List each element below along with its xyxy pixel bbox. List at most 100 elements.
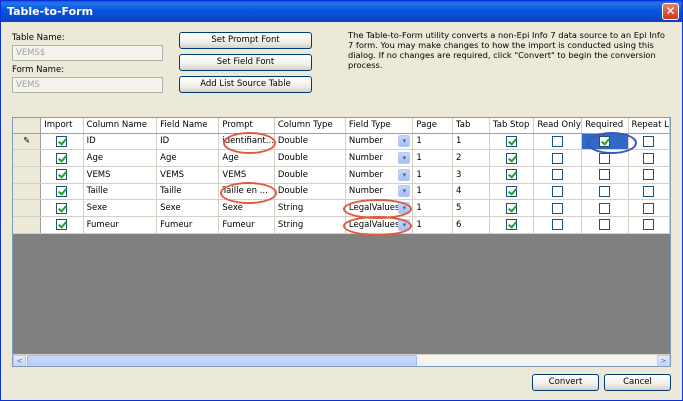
cell-repeat-last[interactable] xyxy=(628,149,670,167)
col-header-import[interactable]: Import xyxy=(40,118,84,134)
cell-field-type[interactable]: Number ▾ xyxy=(345,166,414,184)
table-row[interactable]: Age Age Age Double Number ▾ 1 2 xyxy=(13,149,670,167)
checkbox[interactable] xyxy=(506,135,518,147)
checkbox[interactable] xyxy=(599,135,611,147)
cell-field-type[interactable]: LegalValues ▾ xyxy=(345,199,414,217)
field-type-combo[interactable]: Number ▾ xyxy=(349,134,412,148)
cell-tab[interactable]: 3 xyxy=(452,166,490,184)
cell-tab-stop[interactable] xyxy=(489,183,535,201)
cell-page[interactable]: 1 xyxy=(412,133,453,151)
cell-read-only[interactable] xyxy=(533,166,583,184)
checkbox[interactable] xyxy=(643,169,655,181)
col-header-column-name[interactable]: Column Name xyxy=(83,118,158,134)
horizontal-scrollbar[interactable]: < > xyxy=(13,354,670,366)
checkbox[interactable] xyxy=(599,219,611,231)
checkbox[interactable] xyxy=(506,185,518,197)
cell-required[interactable] xyxy=(581,133,629,151)
cell-prompt[interactable]: Sexe xyxy=(218,199,275,217)
checkbox[interactable] xyxy=(56,185,68,197)
cell-prompt[interactable]: identifiant... xyxy=(218,133,275,151)
cell-column-type[interactable]: String xyxy=(274,216,346,234)
cell-column-name[interactable]: Sexe xyxy=(83,199,158,217)
checkbox[interactable] xyxy=(56,135,68,147)
cell-tab[interactable]: 2 xyxy=(452,149,490,167)
table-row[interactable]: Sexe Sexe Sexe String LegalValues ▾ 1 5 xyxy=(13,199,670,217)
cell-column-type[interactable]: Double xyxy=(274,133,346,151)
table-row[interactable]: ✎ ID ID identifiant... Double Number ▾ 1 1 xyxy=(13,133,670,151)
cell-field-type[interactable]: LegalValues ▾ xyxy=(345,216,414,234)
cell-read-only[interactable] xyxy=(533,183,583,201)
cell-field-name[interactable]: VEMS xyxy=(156,166,220,184)
cell-repeat-last[interactable] xyxy=(628,183,670,201)
cell-import[interactable] xyxy=(40,199,84,217)
cell-field-type[interactable]: Number ▾ xyxy=(345,149,414,167)
scroll-right-icon[interactable]: > xyxy=(657,355,670,366)
checkbox[interactable] xyxy=(56,169,68,181)
cell-tab[interactable]: 5 xyxy=(452,199,490,217)
cell-prompt[interactable]: Taille en ... xyxy=(218,183,275,201)
checkbox[interactable] xyxy=(552,169,564,181)
cell-tab-stop[interactable] xyxy=(489,199,535,217)
checkbox[interactable] xyxy=(643,152,655,164)
cell-tab[interactable]: 1 xyxy=(452,133,490,151)
table-row[interactable]: Fumeur Fumeur Fumeur String LegalValues ▾ 1 6 xyxy=(13,216,670,234)
cell-read-only[interactable] xyxy=(533,133,583,151)
checkbox[interactable] xyxy=(643,135,655,147)
col-header-tab[interactable]: Tab xyxy=(452,118,490,134)
cell-field-type[interactable]: Number ▾ xyxy=(345,133,414,151)
col-header-column-type[interactable]: Column Type xyxy=(274,118,346,134)
cell-read-only[interactable] xyxy=(533,199,583,217)
set-field-font-button[interactable]: Set Field Font xyxy=(179,54,312,71)
add-list-source-table-button[interactable]: Add List Source Table xyxy=(179,76,312,93)
set-prompt-font-button[interactable]: Set Prompt Font xyxy=(179,32,312,49)
cell-import[interactable] xyxy=(40,133,84,151)
cell-column-type[interactable]: Double xyxy=(274,183,346,201)
cell-page[interactable]: 1 xyxy=(412,166,453,184)
cell-import[interactable] xyxy=(40,166,84,184)
cell-required[interactable] xyxy=(581,166,629,184)
checkbox[interactable] xyxy=(552,202,564,214)
cell-page[interactable]: 1 xyxy=(412,216,453,234)
cell-column-name[interactable]: ID xyxy=(83,133,158,151)
scroll-left-icon[interactable]: < xyxy=(13,355,26,366)
chevron-down-icon[interactable]: ▾ xyxy=(398,152,411,165)
chevron-down-icon[interactable]: ▾ xyxy=(398,202,411,215)
checkbox[interactable] xyxy=(506,169,518,181)
cell-tab-stop[interactable] xyxy=(489,133,535,151)
checkbox[interactable] xyxy=(56,202,68,214)
cell-required[interactable] xyxy=(581,183,629,201)
cell-column-name[interactable]: Fumeur xyxy=(83,216,158,234)
cell-page[interactable]: 1 xyxy=(412,199,453,217)
table-row[interactable]: VEMS VEMS VEMS Double Number ▾ 1 3 xyxy=(13,166,670,184)
field-type-combo[interactable]: LegalValues ▾ xyxy=(349,218,412,232)
cell-tab[interactable]: 6 xyxy=(452,216,490,234)
checkbox[interactable] xyxy=(552,185,564,197)
cell-required[interactable] xyxy=(581,149,629,167)
cell-import[interactable] xyxy=(40,149,84,167)
col-header-read-only[interactable]: Read Only xyxy=(533,118,583,134)
cell-prompt[interactable]: VEMS xyxy=(218,166,275,184)
cell-prompt[interactable]: Fumeur xyxy=(218,216,275,234)
cell-field-name[interactable]: ID xyxy=(156,133,220,151)
checkbox[interactable] xyxy=(599,169,611,181)
cell-required[interactable] xyxy=(581,199,629,217)
checkbox[interactable] xyxy=(56,152,68,164)
checkbox[interactable] xyxy=(506,219,518,231)
form-name-field[interactable]: VEMS xyxy=(12,77,163,93)
cell-column-name[interactable]: VEMS xyxy=(83,166,158,184)
cell-read-only[interactable] xyxy=(533,149,583,167)
cell-page[interactable]: 1 xyxy=(412,149,453,167)
cell-tab[interactable]: 4 xyxy=(452,183,490,201)
col-header-page[interactable]: Page xyxy=(412,118,453,134)
checkbox[interactable] xyxy=(506,152,518,164)
chevron-down-icon[interactable]: ▾ xyxy=(398,218,411,231)
cell-column-name[interactable]: Taille xyxy=(83,183,158,201)
cell-repeat-last[interactable] xyxy=(628,133,670,151)
field-type-combo[interactable]: Number ▾ xyxy=(349,168,412,182)
cell-prompt[interactable]: Age xyxy=(218,149,275,167)
col-header-prompt[interactable]: Prompt xyxy=(218,118,275,134)
col-header-field-type[interactable]: Field Type xyxy=(345,118,414,134)
cell-field-name[interactable]: Taille xyxy=(156,183,220,201)
cell-tab-stop[interactable] xyxy=(489,149,535,167)
cell-column-name[interactable]: Age xyxy=(83,149,158,167)
